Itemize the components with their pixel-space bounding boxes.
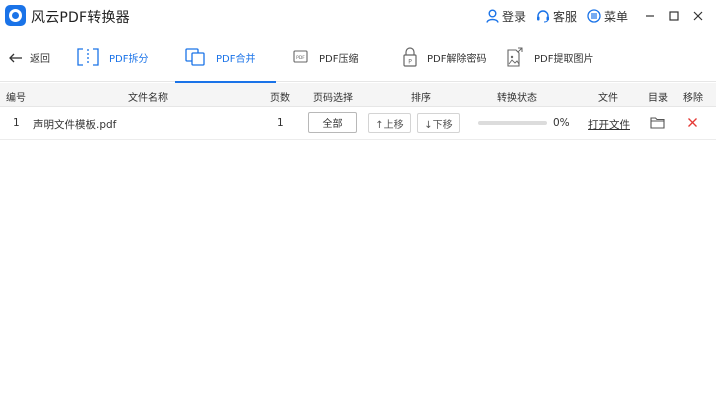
tab-pdf-unlock-label: PDF解除密码	[427, 53, 487, 65]
column-header-order: 排序	[411, 93, 431, 104]
svg-text:PDF: PDF	[296, 55, 305, 61]
row-index: 1	[13, 117, 20, 129]
tab-pdf-compress[interactable]: PDF PDF压缩	[293, 32, 358, 82]
column-header-status: 转换状态	[497, 93, 537, 104]
maximize-button[interactable]	[662, 0, 686, 32]
titlebar-controls: 登录 客服 菜单	[486, 0, 716, 32]
back-button[interactable]: 返回	[9, 50, 50, 65]
login-label: 登录	[501, 9, 526, 24]
close-icon	[688, 118, 697, 127]
column-header-filename: 文件名称	[128, 93, 168, 104]
tab-pdf-split[interactable]: PDF拆分	[77, 32, 148, 82]
column-header-index: 编号	[6, 93, 26, 104]
page-select-all-button[interactable]: 全部	[308, 112, 357, 133]
arrow-left-icon	[9, 53, 22, 62]
column-header-remove: 移除	[683, 93, 703, 104]
app-title: 风云PDF转换器	[31, 10, 130, 26]
user-icon	[486, 9, 499, 23]
move-down-button[interactable]: ↓下移	[417, 113, 460, 133]
maximize-icon	[669, 11, 679, 21]
app-logo-icon	[5, 5, 26, 26]
tab-pdf-extract-images[interactable]: PDF提取图片	[507, 32, 593, 82]
open-directory-button[interactable]	[650, 116, 665, 132]
service-label: 客服	[552, 9, 577, 24]
tab-pdf-split-label: PDF拆分	[109, 53, 149, 65]
conversion-progress-bar	[478, 121, 547, 125]
menu-icon	[587, 9, 601, 23]
menu-button[interactable]: 菜单	[587, 8, 628, 25]
move-up-button[interactable]: ↑上移	[368, 113, 411, 133]
tab-pdf-extract-images-label: PDF提取图片	[534, 53, 594, 65]
column-header-pages: 页数	[270, 93, 290, 104]
close-icon	[693, 11, 703, 21]
function-toolbar: 返回 PDF拆分 PDF合并 PDF PDF压缩 P PDF解除密码 PDF提取…	[0, 32, 716, 83]
menu-label: 菜单	[603, 9, 628, 24]
column-header-file: 文件	[598, 93, 618, 104]
merge-icon	[185, 48, 205, 66]
tab-pdf-merge-label: PDF合并	[216, 53, 256, 65]
headset-icon	[536, 9, 550, 23]
compress-icon: PDF	[293, 50, 308, 63]
tab-pdf-unlock[interactable]: P PDF解除密码	[403, 32, 486, 82]
table-row: 1 声明文件模板.pdf 1 全部 ↑上移 ↓下移 0% 打开文件	[0, 108, 716, 140]
svg-text:P: P	[408, 59, 412, 66]
title-bar: 风云PDF转换器 登录 客服 菜单	[0, 0, 716, 32]
extract-image-icon	[507, 47, 523, 67]
row-filename: 声明文件模板.pdf	[33, 119, 117, 131]
unlock-icon: P	[403, 47, 417, 67]
login-button[interactable]: 登录	[486, 8, 526, 25]
close-window-button[interactable]	[686, 0, 710, 32]
folder-icon	[650, 117, 665, 129]
open-file-link[interactable]: 打开文件	[588, 117, 630, 132]
file-table-header: 编号 文件名称 页数 页码选择 排序 转换状态 文件 目录 移除	[0, 83, 716, 107]
column-header-directory: 目录	[648, 93, 668, 104]
back-label: 返回	[30, 54, 50, 65]
minimize-button[interactable]	[638, 0, 662, 32]
split-icon	[77, 48, 99, 66]
row-pages: 1	[277, 117, 284, 129]
minimize-icon	[646, 15, 654, 17]
tab-pdf-merge[interactable]: PDF合并	[175, 32, 276, 83]
column-header-page-select: 页码选择	[313, 93, 353, 104]
customer-service-button[interactable]: 客服	[536, 8, 577, 25]
remove-file-button[interactable]	[687, 117, 698, 131]
tab-pdf-compress-label: PDF压缩	[319, 53, 359, 65]
conversion-progress-text: 0%	[553, 117, 570, 129]
